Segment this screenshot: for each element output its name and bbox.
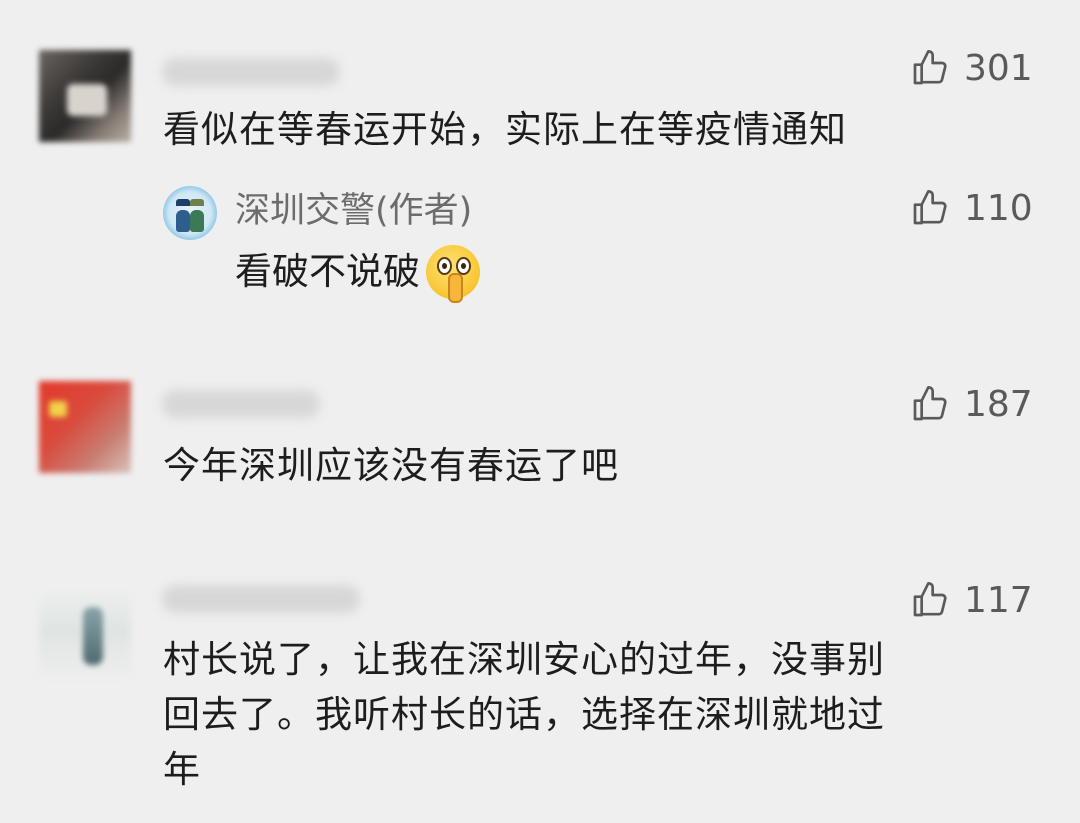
comment-text: 村长说了，让我在深圳安心的过年，没事别 回去了。我听村长的话，选择在深圳就地过 … — [163, 632, 1023, 797]
avatar[interactable] — [39, 381, 131, 473]
comment-line: 回去了。我听村长的话，选择在深圳就地过 — [163, 693, 885, 736]
like-count: 301 — [964, 47, 1033, 89]
comment-line: 年 — [163, 748, 201, 791]
like-button[interactable]: 301 — [910, 44, 1033, 92]
avatar[interactable] — [39, 50, 131, 142]
comment-text: 看似在等春运开始，实际上在等疫情通知 — [163, 108, 847, 151]
thumbs-up-icon — [913, 50, 947, 85]
shushing-face-icon — [426, 244, 480, 303]
like-count: 110 — [964, 187, 1033, 229]
author-avatar[interactable] — [163, 186, 217, 240]
reply-author-name[interactable]: 深圳交警(作者) — [235, 186, 472, 236]
username-blurred[interactable] — [162, 390, 320, 418]
reply-text: 看破不说破 — [235, 250, 420, 293]
reply-like-button[interactable]: 110 — [910, 184, 1033, 232]
comment-text: 今年深圳应该没有春运了吧 — [163, 444, 619, 487]
like-button[interactable]: 187 — [910, 380, 1033, 428]
reply-text-row: 看破不说破 — [235, 244, 480, 303]
thumbs-up-icon — [913, 582, 947, 617]
like-count: 187 — [964, 383, 1033, 425]
thumbs-up-icon — [913, 190, 947, 225]
thumbs-up-icon — [913, 386, 947, 421]
like-button[interactable]: 117 — [910, 576, 1033, 624]
username-blurred[interactable] — [162, 585, 360, 613]
comment-line: 村长说了，让我在深圳安心的过年，没事别 — [163, 638, 885, 681]
username-blurred[interactable] — [162, 58, 340, 86]
like-count: 117 — [964, 579, 1033, 621]
avatar[interactable] — [39, 585, 131, 677]
